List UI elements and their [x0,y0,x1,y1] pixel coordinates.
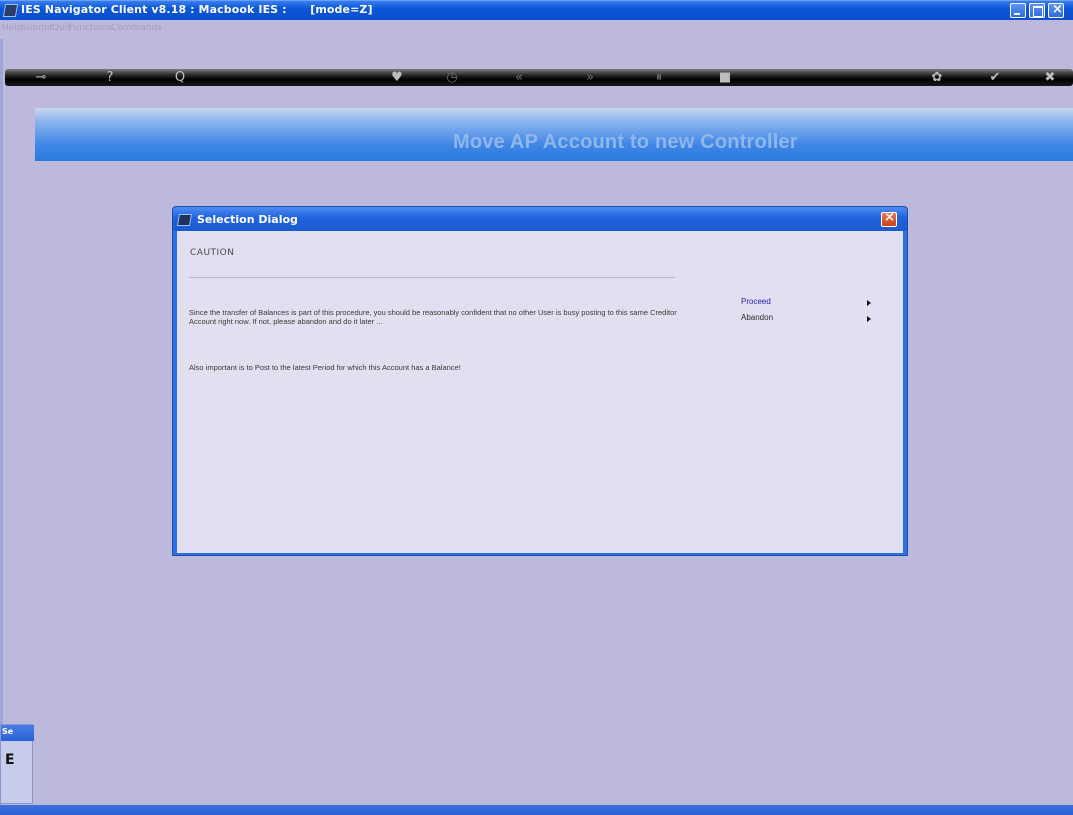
close-icon: × [884,210,895,225]
header-banner: Move AP Account to new Controller [35,108,1073,161]
dialog-close-button[interactable]: × [881,210,897,227]
caution-label: CAUTION [190,248,235,258]
dialog-title: Selection Dialog [197,213,298,226]
close-icon: × [1052,2,1063,17]
menu-submit[interactable]: Submit [21,23,53,33]
menu-commands[interactable]: Commands [111,23,162,33]
menu-help[interactable]: Help [2,23,23,33]
rewind-icon[interactable]: « [511,70,527,85]
left-border [0,39,3,805]
title-bar: IES Navigator Client v8.18 : Macbook IES… [0,0,1073,20]
close-icon[interactable]: ✖ [1042,70,1058,85]
dialog-app-icon [176,214,193,226]
proceed-option[interactable]: Proceed [741,297,771,306]
search-icon[interactable]: Q [172,70,188,85]
key-icon[interactable]: ⊸ [29,70,53,85]
panel-title-bar: Se [1,725,34,741]
arrow-right-icon [867,316,871,322]
toolbar-bar [5,69,1073,86]
pause-icon[interactable]: ⏸ [651,70,667,85]
arrow-right-icon [867,300,871,306]
toolbar: ⊸ ? Q ♥ ◷ « » ⏸ ■ ✿ ✔ ✖ [5,60,1073,95]
gear-icon[interactable]: ✿ [929,70,945,85]
check-icon[interactable]: ✔ [987,70,1003,85]
heart-icon[interactable]: ♥ [389,70,405,85]
dialog-body: CAUTION Since the transfer of Balances i… [177,231,903,553]
panel-value: E [5,752,15,768]
maximize-button[interactable] [1029,3,1045,18]
taskbar [0,805,1073,815]
divider [189,277,675,278]
panel-title: Se [2,727,14,736]
abandon-option[interactable]: Abandon [741,313,773,322]
minimize-button[interactable] [1010,3,1026,18]
menu-quit[interactable]: Quit [52,23,71,33]
stop-icon[interactable]: ■ [717,70,733,85]
page-title: Move AP Account to new Controller [453,131,798,153]
clock-icon[interactable]: ◷ [444,70,460,85]
close-window-button[interactable]: × [1048,2,1064,18]
dialog-title-bar[interactable]: Selection Dialog × [173,207,907,231]
important-message: Also important is to Post to the latest … [189,363,461,372]
help-icon[interactable]: ? [102,70,118,85]
minimized-panel[interactable]: Se E [0,724,34,804]
forward-icon[interactable]: » [582,70,598,85]
window-title: IES Navigator Client v8.18 : Macbook IES… [21,3,373,16]
selection-dialog: Selection Dialog × CAUTION Since the tra… [172,206,908,556]
app-icon [2,4,19,17]
menu-bar: Help Submit Quit Functions Commands [0,20,1073,39]
menu-functions[interactable]: Functions [69,23,112,33]
caution-message: Since the transfer of Balances is part o… [189,308,677,326]
